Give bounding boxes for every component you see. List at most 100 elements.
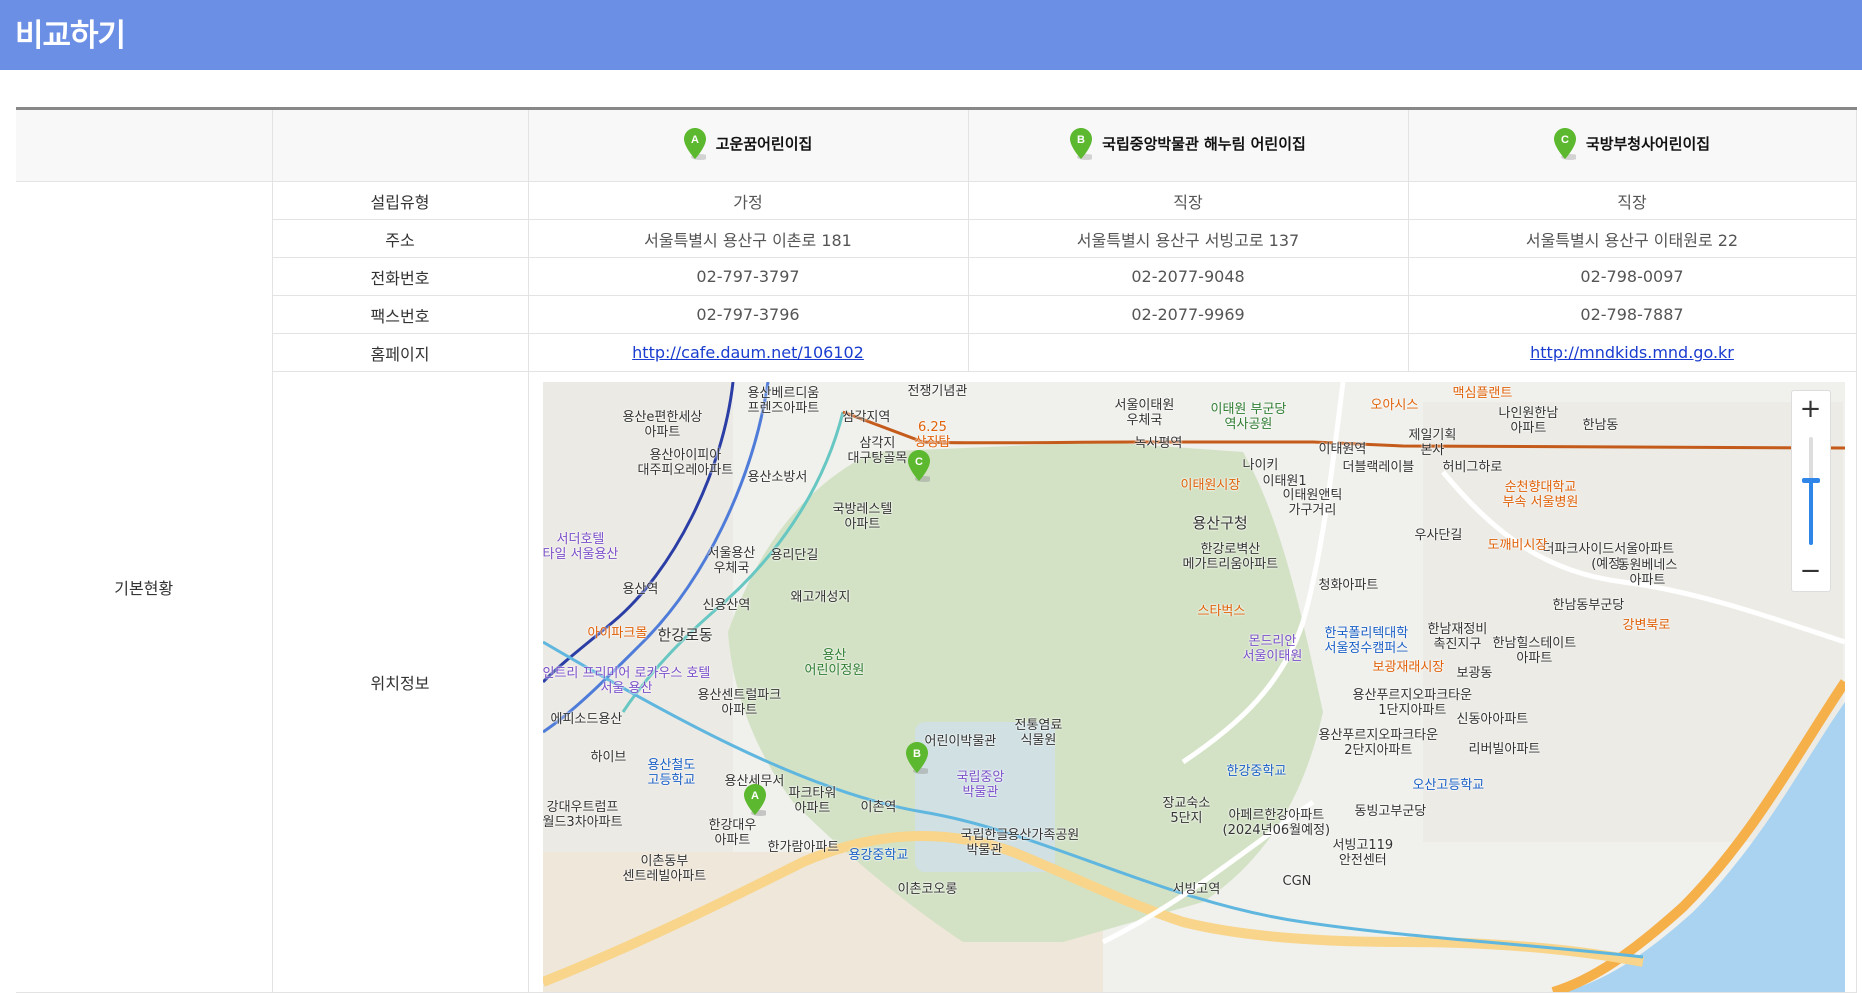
marker-a-letter: A: [691, 134, 699, 146]
table-row: 기본현황 설립유형 가정 직장 직장: [16, 181, 1857, 993]
cell-phone-c: 02-798-0097: [1407, 257, 1857, 296]
map-label: 보광재래시장: [1372, 660, 1445, 675]
map-label: 녹사평역: [1134, 436, 1183, 451]
header-empty-cell: [16, 108, 273, 182]
cell-phone-b: 02-2077-9048: [967, 257, 1409, 296]
map-label: 6.25 상징탑: [914, 420, 951, 450]
map-label: 이태원앤틱 가구거리: [1282, 488, 1343, 518]
zoom-out-button[interactable]: −: [1792, 553, 1830, 591]
map-marker-a[interactable]: A: [743, 784, 769, 816]
map-label: 도깨비시장: [1487, 538, 1548, 553]
map-label: 어린이박물관: [924, 734, 997, 749]
map-label: 용산구청: [1192, 514, 1248, 532]
map-label: 동원베네스 아파트: [1617, 558, 1678, 588]
map-label: 한남동부군당: [1552, 598, 1625, 613]
table-row: 전화번호 02-797-3797 02-2077-9048 02-798-009…: [16, 257, 1857, 296]
map-marker-b[interactable]: B: [905, 742, 931, 774]
row-label-fax: 팩스번호: [271, 295, 529, 334]
zoom-slider[interactable]: [1801, 437, 1820, 545]
marker-b-icon: B: [1070, 127, 1093, 160]
marker-c-icon: C: [1553, 127, 1576, 160]
map-label: 삼각지 대구탕골목: [847, 436, 908, 466]
map-label: 신동아아파트: [1456, 712, 1529, 727]
map-label: 서빙고119 안전센터: [1332, 838, 1394, 868]
cell-address-c: 서울특별시 용산구 이태원로 22: [1407, 219, 1857, 258]
facility-name-a: 고운꿈어린이집: [715, 135, 813, 153]
marker-c-letter: C: [1561, 134, 1569, 146]
table-row: 위치정보 용산베르디움 프렌즈아파트 삼각지역 전쟁기념관 6.25 상징탑 서…: [16, 371, 1857, 993]
row-label-location: 위치정보: [271, 371, 529, 993]
page-header: 비교하기: [0, 0, 1862, 70]
map-label: 용산푸르지오파크타운 1단지아파트: [1352, 688, 1473, 718]
map-label: 국립한글 박물관: [960, 828, 1009, 858]
map-label: 신용산역: [702, 598, 751, 613]
map-label: 이촌코오롱: [897, 882, 958, 897]
map-label: 한강중학교: [1226, 764, 1287, 779]
map-label: 강변북로: [1622, 618, 1671, 633]
map-label: 몬드리안 서울이태원: [1242, 634, 1303, 664]
homepage-link-a[interactable]: http://cafe.daum.net/106102: [632, 343, 864, 362]
map-label: 오아시스: [1370, 398, 1419, 413]
map-label: 맥심플랜트: [1452, 386, 1513, 401]
map-label: 아이파크몰: [587, 626, 648, 641]
row-label-homepage: 홈페이지: [271, 333, 529, 372]
map-label: 용산센트럴파크 아파트: [697, 688, 782, 718]
cell-type-c: 직장: [1407, 181, 1857, 220]
homepage-link-c[interactable]: http://mndkids.mnd.go.kr: [1530, 343, 1734, 362]
map-label: 오산고등학교: [1412, 778, 1485, 793]
zoom-control: + −: [1790, 390, 1831, 592]
cell-type-b: 직장: [967, 181, 1409, 220]
map-label: 용산베르디움 프렌즈아파트: [747, 386, 820, 416]
cell-homepage-b: [967, 333, 1409, 372]
map-label: CGN: [1282, 874, 1312, 889]
header-label-cell: [271, 108, 529, 182]
location-map[interactable]: 용산베르디움 프렌즈아파트 삼각지역 전쟁기념관 6.25 상징탑 서울이태원 우체국 이태원 …: [542, 382, 1845, 992]
table-row: 팩스번호 02-797-3796 02-2077-9969 02-798-788…: [16, 295, 1857, 334]
map-label: 리버빌아파트: [1468, 742, 1541, 757]
comparison-table: A 고운꿈어린이집 B 국립중앙박물관 해누림 어린이집 C 국방부청사어린이집…: [16, 107, 1857, 993]
map-label: 하이브: [590, 750, 627, 765]
page-title: 비교하기: [15, 18, 126, 54]
map-label: 제일기획 본사: [1408, 428, 1457, 458]
map-label: 국방레스텔 아파트: [832, 502, 893, 532]
map-label: 이태원 부군당 역사공원: [1210, 402, 1287, 432]
facility-name-b: 국립중앙박물관 해누림 어린이집: [1102, 135, 1306, 153]
map-label: 용산소방서: [747, 470, 808, 485]
cell-address-a: 서울특별시 용산구 이촌로 181: [527, 219, 969, 258]
map-label: 이태원역: [1318, 442, 1367, 457]
cell-phone-a: 02-797-3797: [527, 257, 969, 296]
map-label: 더블랙레이블: [1342, 460, 1415, 475]
map-label: 이촌동부 센트레빌아파트: [622, 854, 707, 884]
map-label: 이태원시장: [1180, 478, 1241, 493]
map-label: 왜고개성지: [790, 590, 851, 605]
cell-homepage-c: http://mndkids.mnd.go.kr: [1407, 333, 1857, 372]
marker-b-letter: B: [1077, 134, 1085, 146]
table-row: 주소 서울특별시 용산구 이촌로 181 서울특별시 용산구 서빙고로 137 …: [16, 219, 1857, 258]
map-label: 서더호텔 타일 서울용산: [542, 532, 619, 562]
map-label: 장교숙소 5단지: [1162, 796, 1211, 826]
map-marker-c[interactable]: C: [907, 450, 933, 482]
section-basic-info: 기본현황: [16, 181, 273, 993]
map-label: 용리단길: [770, 548, 819, 563]
zoom-slider-handle[interactable]: [1801, 478, 1820, 484]
zoom-in-button[interactable]: +: [1792, 391, 1830, 429]
map-label: 우사단길: [1414, 528, 1463, 543]
map-label: 전쟁기념관: [907, 384, 968, 399]
map-label: 강대우트럼프 월드3차아파트: [542, 800, 623, 830]
row-label-type: 설립유형: [271, 181, 529, 220]
map-label: 스타벅스: [1197, 604, 1246, 619]
facility-header-a[interactable]: A 고운꿈어린이집: [527, 108, 969, 182]
table-header-row: A 고운꿈어린이집 B 국립중앙박물관 해누림 어린이집 C 국방부청사어린이집: [16, 108, 1857, 182]
facility-header-b[interactable]: B 국립중앙박물관 해누림 어린이집: [967, 108, 1409, 182]
map-label: 에피소드용산: [550, 712, 623, 727]
facility-header-c[interactable]: C 국방부청사어린이집: [1407, 108, 1857, 182]
map-label: 용산역: [622, 582, 659, 597]
map-marker-c-letter: C: [915, 456, 923, 468]
map-label: 용산가족공원: [1007, 828, 1080, 843]
map-label: 청화아파트: [1318, 578, 1379, 593]
row-label-address: 주소: [271, 219, 529, 258]
map-label: 용산아이피아 대주피오레아파트: [637, 448, 734, 478]
map-label: 용산 어린이정원: [804, 648, 865, 678]
cell-type-a: 가정: [527, 181, 969, 220]
cell-homepage-a: http://cafe.daum.net/106102: [527, 333, 969, 372]
